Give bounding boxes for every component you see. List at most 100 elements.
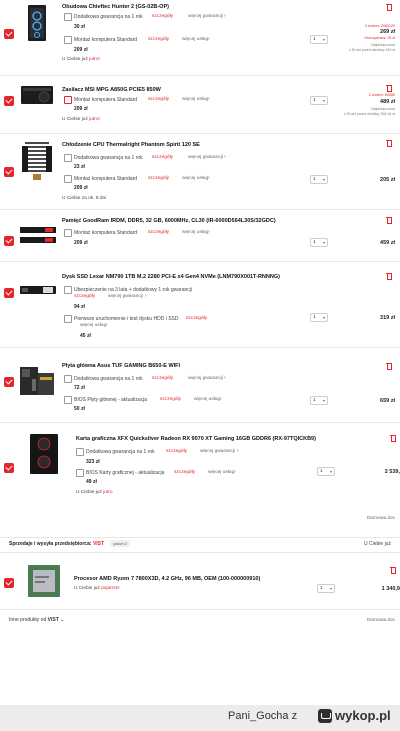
item-checkbox[interactable]	[4, 578, 14, 588]
quantity-select[interactable]: 1	[310, 238, 328, 247]
option-label: Montaż komputera Standard	[74, 97, 138, 103]
quantity-select[interactable]: 1	[317, 584, 335, 593]
seller-availability: U Ciebie już	[364, 541, 391, 547]
trash-icon[interactable]	[386, 3, 392, 11]
username: Pani_Gocha z	[228, 710, 298, 722]
more-warranty-link[interactable]: więcej gwarancji	[200, 449, 235, 454]
item-checkbox[interactable]	[4, 377, 14, 387]
option-checkbox[interactable]	[64, 175, 72, 183]
details-link[interactable]: szczegóły	[152, 155, 173, 160]
product-title[interactable]: Obudowa Chieftec Hunter 2 (GS-02B-OP)	[62, 4, 169, 10]
trash-icon[interactable]	[386, 139, 392, 147]
chevron-right-icon: ›	[106, 322, 108, 328]
product-title[interactable]: Płyta główna Asus TUF GAMING B650-E WIFI	[62, 363, 180, 369]
free-delivery: Darmowa dos	[367, 617, 395, 622]
product-title[interactable]: Pamięć GoodRam IRDM, DDR5, 32 GB, 6000MH…	[62, 218, 276, 224]
details-link[interactable]: szczegóły	[152, 14, 173, 19]
quantity-select[interactable]: 1	[310, 396, 328, 405]
chevron-right-icon: ›	[224, 13, 226, 19]
item-checkbox[interactable]	[4, 288, 14, 298]
chevron-right-icon: ›	[208, 96, 210, 102]
more-warranty-link[interactable]: więcej gwarancji	[188, 14, 223, 19]
product-title[interactable]: Zasilacz MSI MPG A850G PCIE5 850W	[62, 87, 161, 93]
other-products-link[interactable]: Inne produkty od VIST ⌄	[9, 617, 64, 623]
more-services-link[interactable]: więcej usług	[182, 176, 208, 181]
option-label: Dodatkowa gwarancja na 1 rok	[74, 14, 143, 20]
item-price: 205 zł	[380, 177, 395, 183]
item-checkbox[interactable]	[4, 167, 14, 177]
details-link[interactable]: szczegóły	[174, 470, 195, 475]
option-checkbox[interactable]	[64, 154, 72, 162]
option-checkbox[interactable]	[76, 448, 84, 456]
product-image-case	[28, 5, 46, 41]
product-title[interactable]: Dysk SSD Lexar NM790 1TB M.2 2280 PCI-E …	[62, 274, 280, 280]
option-price: 209 zł	[74, 185, 88, 191]
option-price: 323 zł	[86, 459, 100, 465]
quantity-select[interactable]: 1	[310, 96, 328, 105]
product-title[interactable]: Karta graficzna XFX Quicksilver Radeon R…	[76, 436, 316, 442]
more-warranty-link[interactable]: więcej gwarancji	[108, 294, 143, 299]
more-services-link[interactable]: więcej usług	[194, 397, 220, 402]
option-price: 94 zł	[74, 304, 85, 310]
option-label: Dodatkowa gwarancja na 1 rok	[74, 376, 143, 382]
option-price: 209 zł	[74, 240, 88, 246]
details-link[interactable]: szczegóły	[148, 97, 169, 102]
more-services-link[interactable]: więcej usług	[208, 470, 234, 475]
option-checkbox[interactable]	[64, 96, 72, 104]
item-price: 459 zł	[380, 240, 395, 246]
more-services-link[interactable]: więcej usług	[182, 37, 208, 42]
product-title[interactable]: Chłodzenie CPU Thermalright Phantom Spir…	[62, 142, 200, 148]
details-link[interactable]: szczegóły	[148, 37, 169, 42]
details-link[interactable]: szczegóły	[148, 176, 169, 181]
details-link[interactable]: szczegóły	[160, 397, 181, 402]
trash-icon[interactable]	[390, 434, 396, 442]
option-checkbox[interactable]	[64, 229, 72, 237]
saved-amount: Oszczędzasz: 35 zł	[364, 36, 395, 40]
quantity-select[interactable]: 1	[310, 35, 328, 44]
option-label: Dodatkowa gwarancja na 1 rok	[86, 449, 155, 455]
trash-icon[interactable]	[390, 566, 396, 574]
quantity-select[interactable]: 1	[317, 467, 335, 476]
chevron-right-icon: ›	[145, 293, 147, 299]
chevron-right-icon: ›	[234, 469, 236, 475]
more-warranty-link[interactable]: więcej gwarancji	[188, 155, 223, 160]
details-link[interactable]: szczegóły	[166, 449, 187, 454]
item-checkbox[interactable]	[4, 96, 14, 106]
item-checkbox[interactable]	[4, 236, 14, 246]
chevron-right-icon: ›	[224, 375, 226, 381]
trash-icon[interactable]	[386, 84, 392, 92]
more-services-link[interactable]: więcej usług	[182, 97, 208, 102]
free-delivery: Darmowa dos	[367, 515, 395, 520]
item-price: 659 zł	[380, 398, 395, 404]
item-checkbox[interactable]	[4, 29, 14, 39]
trash-icon[interactable]	[386, 216, 392, 224]
chevron-right-icon: ›	[224, 154, 226, 160]
more-services-link[interactable]: więcej usług	[80, 323, 106, 328]
option-price: 23 zł	[74, 164, 85, 170]
details-link[interactable]: szczegóły	[148, 230, 169, 235]
more-warranty-link[interactable]: więcej gwarancji	[188, 376, 223, 381]
option-label: Pierwsze uruchomienie i test dysku HDD i…	[74, 316, 179, 322]
option-checkbox[interactable]	[64, 13, 72, 21]
option-checkbox[interactable]	[64, 396, 72, 404]
trash-icon[interactable]	[386, 362, 392, 370]
option-checkbox[interactable]	[64, 375, 72, 383]
option-checkbox[interactable]	[76, 469, 84, 477]
product-title[interactable]: Procesor AMD Ryzen 7 7800X3D, 4.2 GHz, 9…	[74, 576, 260, 582]
option-label: Montaż komputera Standard	[74, 176, 138, 182]
quantity-select[interactable]: 1	[310, 175, 328, 184]
quantity-select[interactable]: 1	[310, 313, 328, 322]
divider	[0, 209, 400, 210]
details-link[interactable]: szczegóły	[74, 294, 95, 299]
option-checkbox[interactable]	[64, 286, 72, 294]
item-checkbox[interactable]	[4, 463, 14, 473]
option-checkbox[interactable]	[64, 36, 72, 44]
option-checkbox[interactable]	[64, 315, 72, 323]
more-services-link[interactable]: więcej usług	[182, 230, 208, 235]
trash-icon[interactable]	[386, 272, 392, 280]
details-link[interactable]: szczegóły	[186, 316, 207, 321]
item-price: 1 340,9	[381, 586, 400, 592]
details-link[interactable]: szczegóły	[152, 376, 173, 381]
option-price: 72 zł	[74, 385, 85, 391]
lowest-price-note: Najniższa cena z 30 dni przed obniżką: 50…	[343, 107, 395, 116]
